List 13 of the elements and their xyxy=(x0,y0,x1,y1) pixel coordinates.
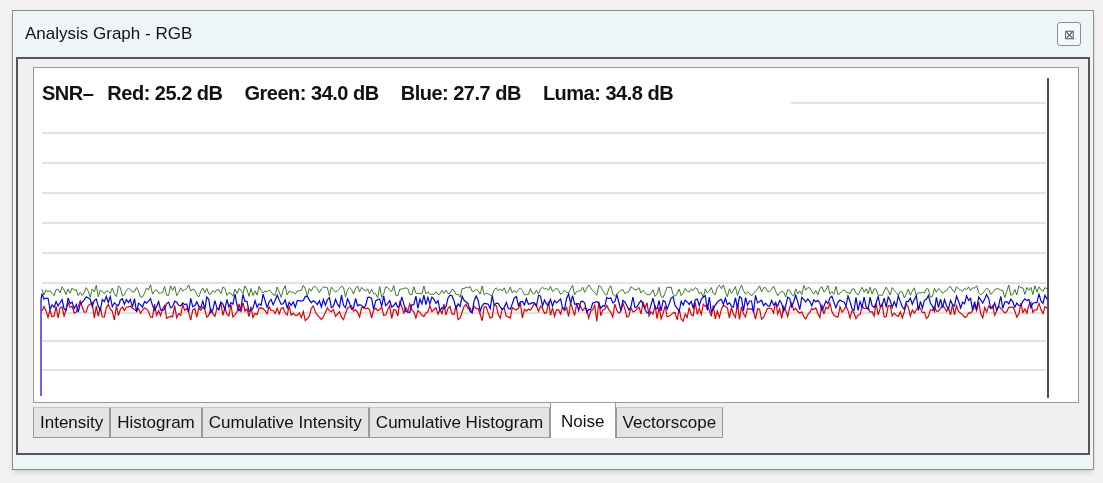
tab[interactable]: Cumulative Histogram xyxy=(368,407,551,438)
tab[interactable]: Histogram xyxy=(110,407,202,438)
tab[interactable]: Intensity xyxy=(33,407,111,438)
window-title: Analysis Graph - RGB xyxy=(25,23,193,46)
tab[interactable]: Cumulative Intensity xyxy=(201,407,369,438)
close-button[interactable]: ⊠ xyxy=(1057,22,1081,46)
snr-reading: Red: 25.2 dB xyxy=(107,81,223,106)
tab[interactable]: Vectorscope xyxy=(615,407,724,438)
snr-reading: Green: 34.0 dB xyxy=(244,81,379,106)
snr-reading: Luma: 34.8 dB xyxy=(542,81,674,106)
snr-reading: Blue: 27.7 dB xyxy=(400,81,521,106)
snr-label: SNR– xyxy=(42,81,94,106)
tab[interactable]: Noise xyxy=(550,402,616,438)
